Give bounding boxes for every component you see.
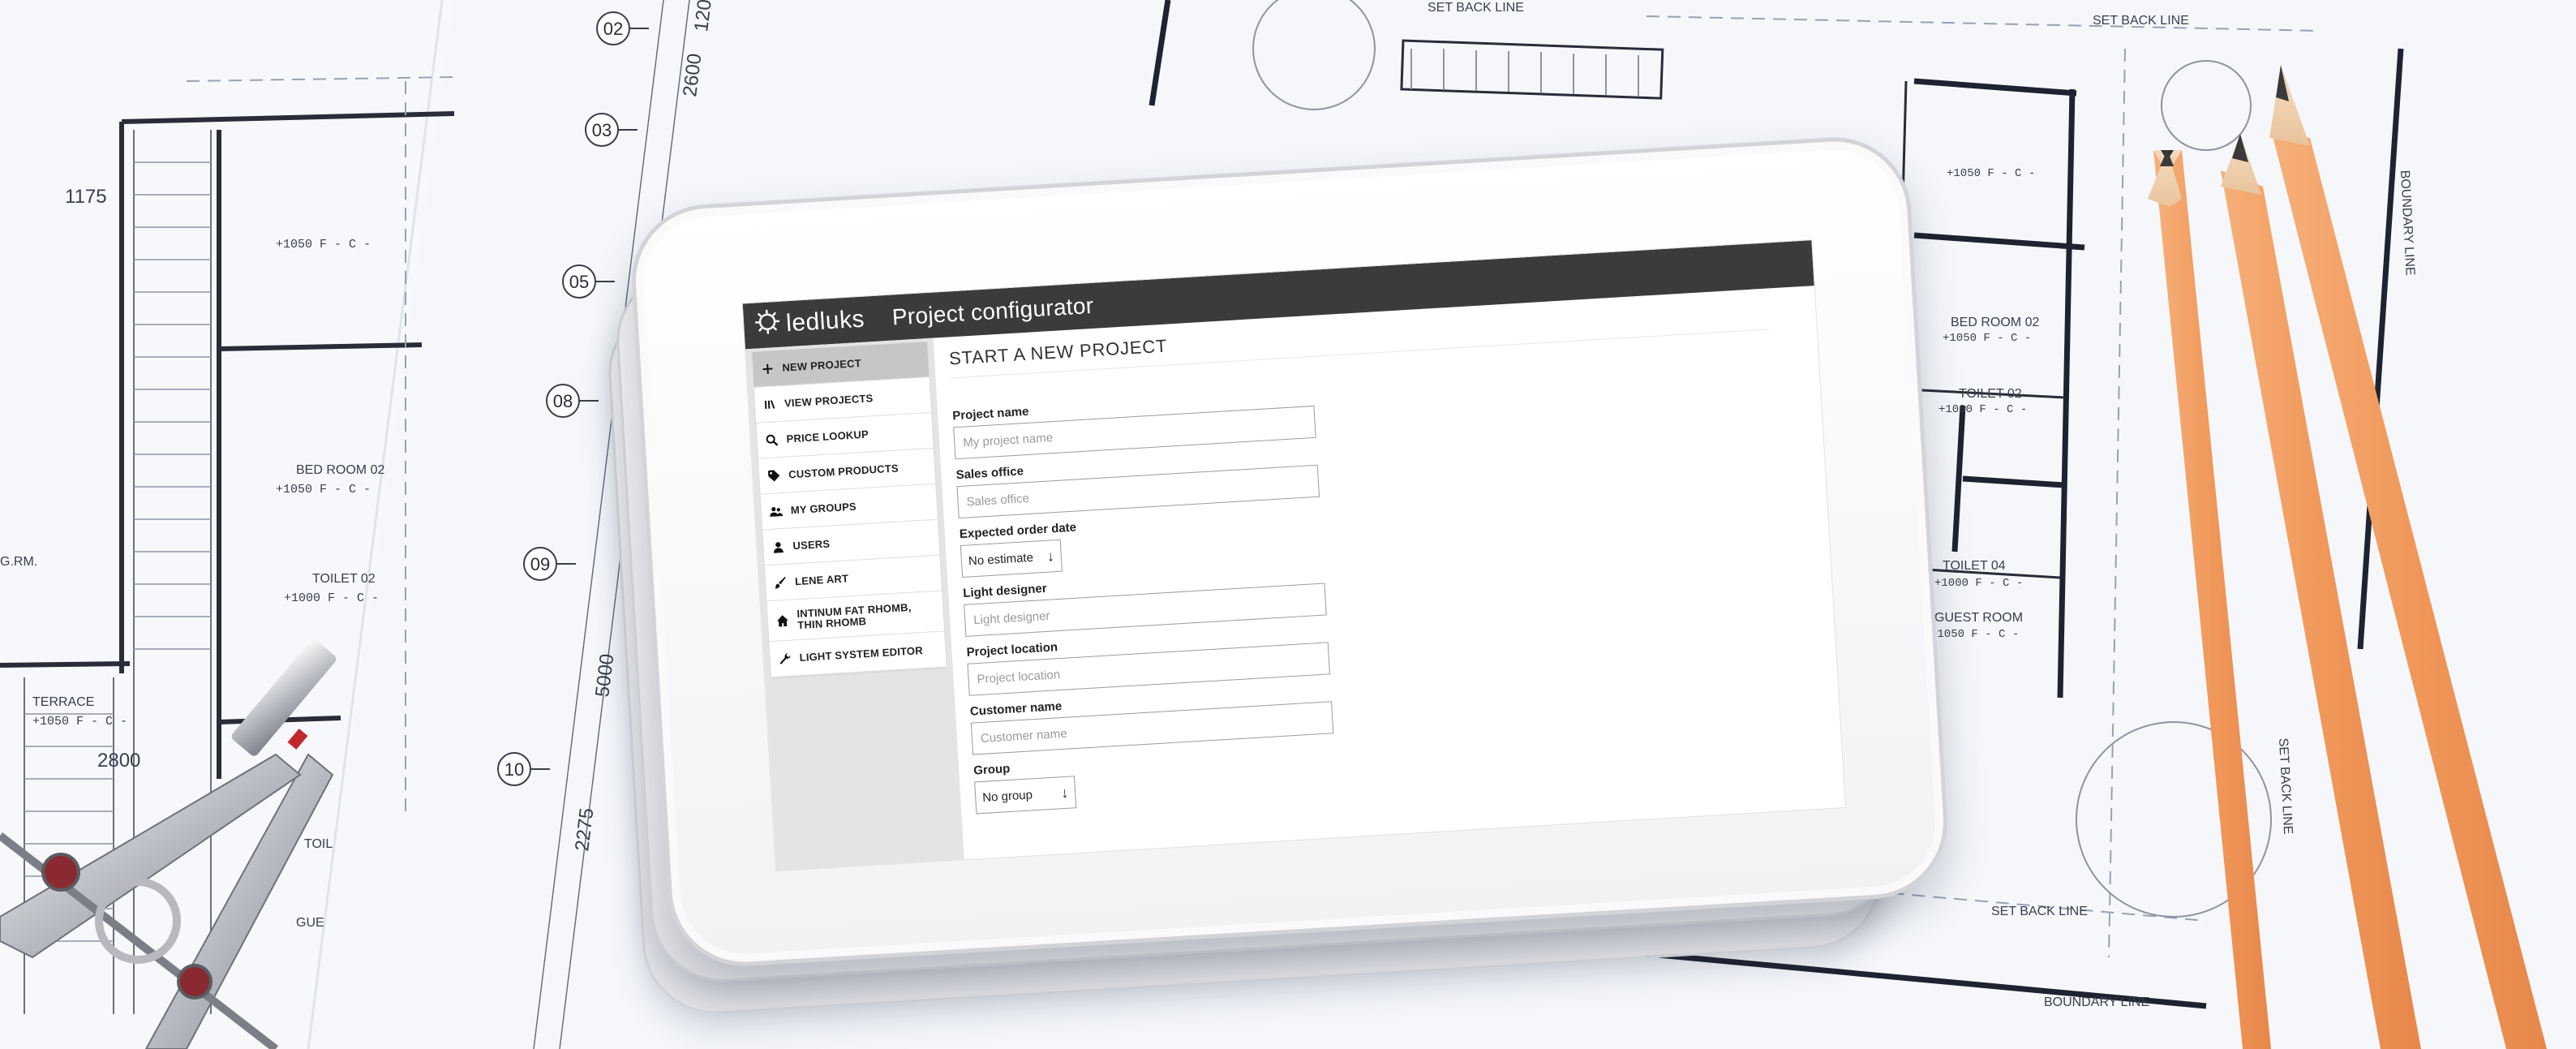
sidebar-item-label: INTINUM FAT RHOMB, THIN RHOMB — [796, 600, 912, 631]
svg-text:+1050 F - C -: +1050 F - C - — [276, 238, 371, 252]
user-icon — [771, 540, 785, 553]
arrow-down-icon: ↓ — [1046, 547, 1055, 565]
tablet-device: ledluks Project configurator NEW PROJECT — [604, 132, 1952, 1018]
project-location-field: Project location — [966, 624, 1342, 696]
svg-text:+1000 F - C -: +1000 F - C - — [284, 591, 379, 605]
sidebar-item-label: USERS — [792, 537, 831, 552]
svg-text:TERRACE: TERRACE — [32, 695, 94, 709]
home-icon — [775, 613, 789, 627]
search-icon — [765, 433, 779, 447]
wrench-icon — [778, 651, 792, 665]
svg-text:05: 05 — [569, 272, 589, 292]
sidebar-item-label: NEW PROJECT — [782, 356, 862, 374]
sidebar-item-label: LIGHT SYSTEM EDITOR — [799, 644, 924, 664]
svg-text:+1050 F - C -: +1050 F - C - — [1943, 332, 2031, 345]
group-field: Group No group ↓ — [973, 742, 1349, 815]
svg-text:GUE: GUE — [296, 916, 324, 930]
svg-text:10: 10 — [504, 759, 524, 780]
brand-name: ledluks — [785, 305, 865, 337]
group-select[interactable]: No group ↓ — [974, 776, 1077, 815]
sidebar-item-label: VIEW PROJECTS — [784, 392, 874, 410]
svg-text:TOILET 02: TOILET 02 — [312, 572, 376, 586]
app-title: Project configurator — [891, 292, 1095, 330]
svg-text:09: 09 — [530, 554, 550, 574]
svg-text:08: 08 — [553, 391, 573, 411]
svg-text:TOILET 04: TOILET 04 — [1943, 559, 2006, 573]
ledluks-logo-icon — [754, 309, 780, 342]
svg-text:+1050 F - C -: +1050 F - C - — [32, 715, 127, 729]
svg-text:BED ROOM 02: BED ROOM 02 — [296, 463, 384, 477]
svg-text:2800: 2800 — [97, 750, 140, 772]
svg-text:+1000 F - C -: +1000 F - C - — [1938, 403, 2027, 416]
sales-office-field: Sales office — [955, 446, 1331, 519]
svg-text:BOUNDARY LINE: BOUNDARY LINE — [2044, 995, 2149, 1009]
select-value: No estimate — [968, 550, 1034, 568]
expected-order-date-field: Expected order date No estimate ↓ — [960, 505, 1335, 578]
brand-logo[interactable]: ledluks — [754, 304, 865, 342]
svg-text:SET BACK LINE: SET BACK LINE — [2093, 14, 2189, 28]
svg-text:BED ROOM 02: BED ROOM 02 — [1951, 316, 2039, 329]
tablet-frame: ledluks Project configurator NEW PROJECT — [627, 132, 1952, 971]
customer-name-field: Customer name — [969, 682, 1345, 755]
svg-text:+1000 F - C -: +1000 F - C - — [1934, 577, 2023, 590]
svg-text:+1050 F - C -: +1050 F - C - — [1947, 167, 2035, 180]
sidebar-nav: NEW PROJECT VIEW PROJECTS PRICE LOOKUP C… — [752, 342, 947, 678]
svg-text:TOIL: TOIL — [304, 837, 333, 851]
svg-text:+1050 F - C -: +1050 F - C - — [276, 483, 371, 497]
plus-icon — [761, 362, 775, 376]
project-name-field: Project name — [952, 387, 1328, 460]
group-icon — [769, 504, 784, 518]
main-content: START A NEW PROJECT Project name Sales o… — [934, 286, 1845, 859]
svg-text:03: 03 — [592, 120, 612, 140]
svg-text:SET BACK LINE: SET BACK LINE — [1991, 905, 2088, 918]
svg-text:G.RM.: G.RM. — [0, 555, 37, 569]
svg-text:TOILET 02: TOILET 02 — [1959, 387, 2022, 401]
new-project-form: Project name Sales office Expected order… — [952, 387, 1349, 815]
sidebar: NEW PROJECT VIEW PROJECTS PRICE LOOKUP C… — [745, 337, 964, 871]
tag-icon — [767, 469, 781, 483]
light-designer-field: Light designer — [963, 565, 1338, 637]
app-screen: ledluks Project configurator NEW PROJECT — [742, 240, 1845, 871]
sidebar-item-label: PRICE LOOKUP — [786, 428, 869, 445]
svg-text:02: 02 — [603, 19, 623, 39]
arrow-down-icon: ↓ — [1060, 784, 1069, 801]
projects-icon — [763, 398, 777, 411]
sidebar-item-label: MY GROUPS — [790, 500, 857, 517]
sidebar-item-label: CUSTOM PRODUCTS — [788, 462, 899, 481]
sidebar-item-label: LENE ART — [794, 572, 849, 588]
svg-text:GUEST ROOM: GUEST ROOM — [1934, 611, 2023, 625]
brush-icon — [774, 575, 788, 589]
svg-text:1175: 1175 — [65, 186, 107, 208]
svg-text:SET BACK LINE: SET BACK LINE — [1428, 1, 1524, 15]
expected-order-date-select[interactable]: No estimate ↓ — [960, 539, 1063, 578]
select-value: No group — [981, 787, 1033, 805]
